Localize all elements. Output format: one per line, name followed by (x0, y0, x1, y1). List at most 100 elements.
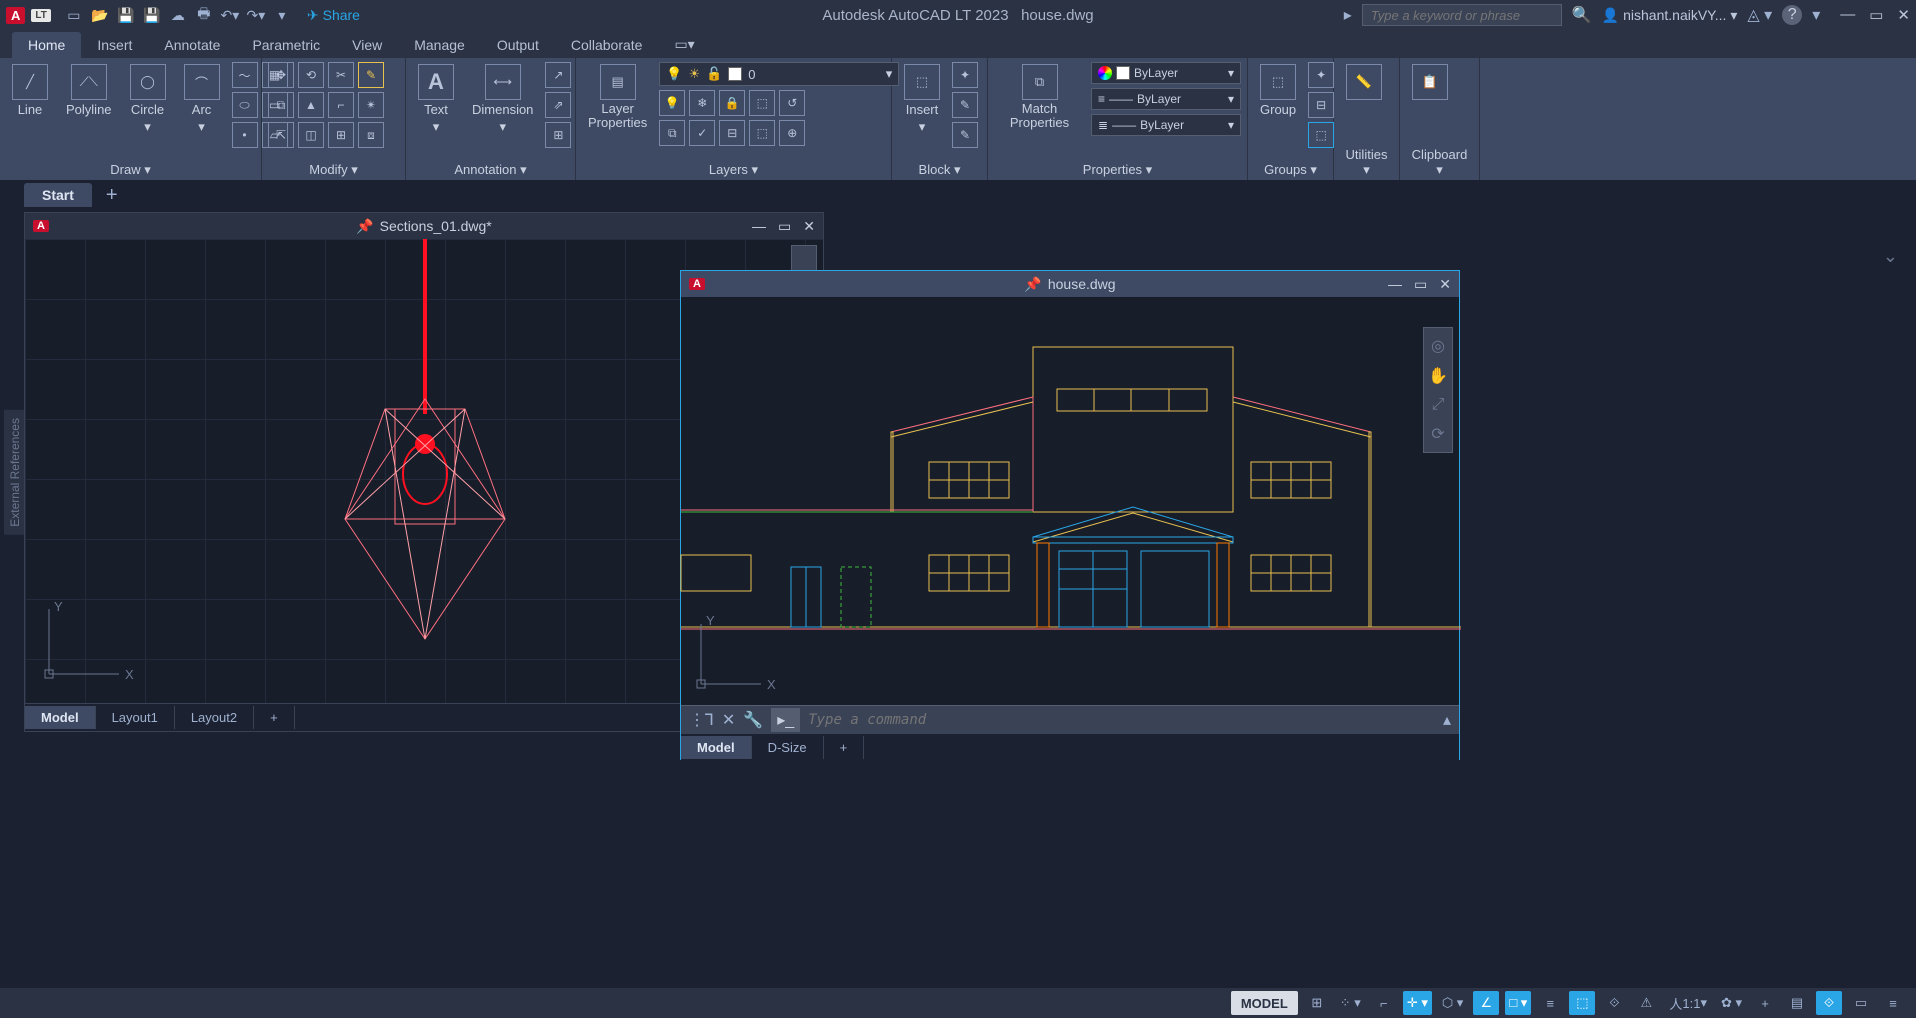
erase-icon[interactable]: ✎ (358, 62, 384, 88)
layout1-tab[interactable]: Layout1 (96, 706, 175, 729)
osnap-icon[interactable]: ∠ (1473, 991, 1499, 1015)
match-properties-button[interactable]: ⧉Match Properties (994, 62, 1085, 133)
tab-express[interactable]: ▭▾ (658, 31, 710, 58)
save-icon[interactable]: 💾 (117, 6, 135, 24)
groups-caption[interactable]: Groups ▾ (1254, 160, 1327, 178)
draw-caption[interactable]: Draw ▾ (6, 160, 255, 178)
external-references-panel[interactable]: External References (4, 410, 26, 535)
move-icon[interactable]: ✥ (268, 62, 294, 88)
array-icon[interactable]: ⊞ (328, 122, 354, 148)
leader-icon[interactable]: ↗ (545, 62, 571, 88)
account-button[interactable]: 👤 nishant.naikVY...▾ (1602, 7, 1738, 24)
plot-icon[interactable]: 🖶 (195, 6, 213, 24)
otrack-icon[interactable]: □ ▾ (1505, 991, 1531, 1015)
quickprops-icon[interactable]: + (1752, 991, 1778, 1015)
annomonitor-icon[interactable]: ⚠ (1633, 991, 1659, 1015)
block-caption[interactable]: Block ▾ (898, 160, 981, 178)
annoscale-icon[interactable]: 人 1:1 ▾ (1665, 991, 1711, 1015)
point-icon[interactable]: • (232, 122, 258, 148)
docwin-maximize-icon[interactable]: ▭ (778, 218, 791, 235)
saveas-icon[interactable]: 💾 (143, 6, 161, 24)
tab-parametric[interactable]: Parametric (236, 32, 336, 58)
multileader-icon[interactable]: ⇗ (545, 92, 571, 118)
docwin-close-icon[interactable]: ✕ (803, 218, 815, 235)
docwin-sections-titlebar[interactable]: A 📌Sections_01.dwg* — ▭ ✕ (25, 213, 823, 239)
hardware-accel-icon[interactable]: ⟐ (1816, 991, 1842, 1015)
infocenter-arrow-icon[interactable]: ▸ (1344, 5, 1352, 25)
ellipse-icon[interactable]: ⬭ (232, 92, 258, 118)
redo-icon[interactable]: ↷▾ (247, 6, 265, 24)
isodraft-icon[interactable]: ⬡ ▾ (1438, 991, 1468, 1015)
color-dropdown[interactable]: ByLayer▾ (1091, 62, 1241, 84)
new-icon[interactable]: ▭ (65, 6, 83, 24)
modify-caption[interactable]: Modify ▾ (268, 160, 399, 178)
close-icon[interactable]: ✕ (1897, 6, 1910, 24)
lineweight-dropdown[interactable]: ≡—— ByLayer▾ (1091, 88, 1241, 110)
group-edit-icon[interactable]: ⊟ (1308, 92, 1334, 118)
help-icon[interactable]: ? (1782, 5, 1802, 25)
docwin-house-canvas[interactable]: X Y ◎ ✋ ⤢ ⟳ (681, 297, 1459, 705)
layer-prev-icon[interactable]: ↺ (779, 90, 805, 116)
group-button[interactable]: ⬚Group (1254, 62, 1302, 119)
group-select-icon[interactable]: ⬚ (1308, 122, 1334, 148)
command-input[interactable] (808, 712, 1435, 728)
open-icon[interactable]: 📂 (91, 6, 109, 24)
stretch-icon[interactable]: ⇱ (268, 122, 294, 148)
share-button[interactable]: ✈ Share (307, 7, 360, 24)
edit-block-icon[interactable]: ✎ (952, 92, 978, 118)
docwin-minimize-icon[interactable]: — (1388, 276, 1402, 293)
start-tab[interactable]: Start (24, 183, 92, 207)
add-layout-icon[interactable]: + (254, 706, 295, 729)
ungroup-icon[interactable]: ✦ (1308, 62, 1334, 88)
circle-button[interactable]: ◯Circle▾ (124, 62, 172, 137)
table-icon[interactable]: ⊞ (545, 122, 571, 148)
fillet-icon[interactable]: ⌐ (328, 92, 354, 118)
text-button[interactable]: AText▾ (412, 62, 460, 137)
polar-icon[interactable]: ✛ ▾ (1403, 991, 1432, 1015)
search-input[interactable] (1362, 4, 1562, 26)
insert-button[interactable]: ⬚Insert▾ (898, 62, 946, 137)
snap-icon[interactable]: ⁘ ▾ (1336, 991, 1365, 1015)
undo-icon[interactable]: ↶▾ (221, 6, 239, 24)
trim-icon[interactable]: ✂ (328, 62, 354, 88)
close-panel-icon[interactable]: ⌄ (1883, 246, 1898, 267)
add-layout-icon[interactable]: + (824, 736, 865, 759)
cmd-customize-icon[interactable]: 🔧 (743, 710, 763, 730)
layer-walk-icon[interactable]: ⬚ (749, 120, 775, 146)
docwin-maximize-icon[interactable]: ▭ (1414, 276, 1427, 293)
utilities-button[interactable]: 📏 (1340, 62, 1388, 102)
zoom-icon[interactable]: ⤢ (1432, 396, 1445, 414)
orbit-icon[interactable]: ⟳ (1431, 424, 1444, 444)
line-button[interactable]: ╱Line (6, 62, 54, 119)
tab-output[interactable]: Output (481, 32, 555, 58)
layer-match-icon[interactable]: ⧉ (659, 120, 685, 146)
layout2-tab[interactable]: Layout2 (175, 706, 254, 729)
cycling-icon[interactable]: ⟐ (1601, 991, 1627, 1015)
ortho-icon[interactable]: ⌐ (1371, 991, 1397, 1015)
arc-button[interactable]: ⌒Arc▾ (178, 62, 226, 137)
pin-icon[interactable]: 📌 (356, 218, 373, 235)
web-mobile-icon[interactable]: ☁ (169, 6, 187, 24)
spline-icon[interactable]: ～ (232, 62, 258, 88)
offset-icon[interactable]: ⧈ (358, 122, 384, 148)
steering-icon[interactable]: ◎ (1431, 336, 1445, 356)
tab-view[interactable]: View (336, 32, 398, 58)
tab-home[interactable]: Home (12, 32, 81, 58)
edit-attr-icon[interactable]: ✎ (952, 122, 978, 148)
maximize-icon[interactable]: ▭ (1869, 6, 1883, 24)
rotate-icon[interactable]: ⟲ (298, 62, 324, 88)
tab-manage[interactable]: Manage (398, 32, 481, 58)
pan-icon[interactable]: ✋ (1428, 366, 1448, 386)
utilities-caption[interactable]: Utilities▾ (1340, 145, 1393, 178)
search-icon[interactable]: 🔍 (1572, 5, 1592, 25)
minimize-icon[interactable]: — (1840, 6, 1855, 24)
transparency-icon[interactable]: ⬚ (1569, 991, 1595, 1015)
docwin-close-icon[interactable]: ✕ (1439, 276, 1451, 293)
workspace-switch-icon[interactable]: ✿ ▾ (1717, 991, 1746, 1015)
clean-screen-icon[interactable]: ▭ (1848, 991, 1874, 1015)
nav-bar[interactable]: ◎ ✋ ⤢ ⟳ (1423, 327, 1453, 453)
polyline-button[interactable]: ⟋⟍Polyline (60, 62, 118, 119)
tab-insert[interactable]: Insert (81, 32, 148, 58)
cmd-history-icon[interactable]: ⋮⅂ (689, 710, 714, 730)
dsize-tab[interactable]: D-Size (752, 736, 824, 759)
